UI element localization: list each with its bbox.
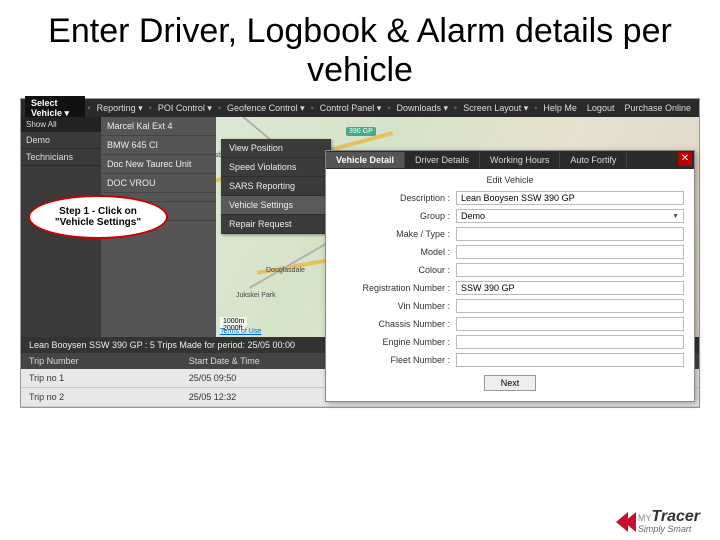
label-fleet: Fleet Number : [336, 355, 456, 365]
label-make: Make / Type : [336, 229, 456, 239]
footer-logo: MYTracer Simply Smart [616, 509, 700, 534]
menubar: Select Vehicle ▾ • Reporting ▾• POI Cont… [21, 99, 699, 117]
context-menu: View Position Speed Violations SARS Repo… [221, 139, 331, 234]
map-place: Douglasdale [266, 267, 305, 274]
model-field[interactable] [456, 245, 684, 259]
group-select[interactable]: Demo▼ [456, 209, 684, 223]
modal-body: Edit Vehicle Description :Lean Booysen S… [326, 169, 694, 401]
engine-field[interactable] [456, 335, 684, 349]
label-registration: Registration Number : [336, 283, 456, 293]
vehicle-item[interactable]: BMW 645 CI [101, 136, 216, 155]
tab-driver-details[interactable]: Driver Details [405, 152, 480, 168]
next-button[interactable]: Next [484, 375, 537, 391]
menu-control-panel[interactable]: Control Panel ▾ [316, 101, 386, 116]
menu-screen-layout[interactable]: Screen Layout ▾ [459, 101, 532, 116]
close-icon[interactable]: ✕ [678, 152, 692, 166]
sidebar-header[interactable]: Show All [21, 117, 101, 132]
menu-purchase[interactable]: Purchase Online [620, 101, 695, 115]
chevron-down-icon: ▼ [672, 213, 679, 220]
vehicle-item[interactable]: Marcel Kal Ext 4 [101, 117, 216, 136]
callout-line2: "Vehicle Settings" [55, 217, 141, 228]
cm-view-position[interactable]: View Position [221, 139, 331, 158]
slide-title: Enter Driver, Logbook & Alarm details pe… [0, 0, 720, 98]
tab-vehicle-detail[interactable]: Vehicle Detail [326, 152, 405, 168]
col-trip-number[interactable]: Trip Number [21, 353, 181, 369]
cm-sars-reporting[interactable]: SARS Reporting [221, 177, 331, 196]
tab-auto-fortify[interactable]: Auto Fortify [560, 152, 627, 168]
label-chassis: Chassis Number : [336, 319, 456, 329]
instruction-callout: Step 1 - Click on "Vehicle Settings" [28, 195, 168, 239]
sidebar-item-demo[interactable]: Demo [21, 132, 101, 149]
label-model: Model : [336, 247, 456, 257]
callout-line1: Step 1 - Click on [55, 206, 141, 217]
map-badge: 390 GP [346, 127, 376, 136]
modal-subtitle: Edit Vehicle [336, 175, 684, 185]
colour-field[interactable] [456, 263, 684, 277]
fleet-field[interactable] [456, 353, 684, 367]
vehicle-item[interactable]: DOC VROU [101, 174, 216, 193]
cm-vehicle-settings[interactable]: Vehicle Settings [221, 196, 331, 215]
make-field[interactable] [456, 227, 684, 241]
menu-geofence[interactable]: Geofence Control ▾ [223, 101, 309, 116]
label-vin: Vin Number : [336, 301, 456, 311]
cm-speed-violations[interactable]: Speed Violations [221, 158, 331, 177]
menu-downloads[interactable]: Downloads ▾ [392, 101, 452, 116]
terms-link[interactable]: Terms of Use [220, 328, 261, 335]
label-colour: Colour : [336, 265, 456, 275]
cm-repair-request[interactable]: Repair Request [221, 215, 331, 234]
menu-help[interactable]: Help Me [539, 101, 581, 115]
menu-poi[interactable]: POI Control ▾ [154, 101, 216, 116]
menu-reporting[interactable]: Reporting ▾ [93, 101, 147, 116]
vehicle-detail-modal: Vehicle Detail Driver Details Working Ho… [325, 150, 695, 402]
label-description: Description : [336, 193, 456, 203]
registration-field[interactable]: SSW 390 GP [456, 281, 684, 295]
modal-tabs: Vehicle Detail Driver Details Working Ho… [326, 151, 694, 169]
menu-logout[interactable]: Logout [583, 101, 619, 115]
chassis-field[interactable] [456, 317, 684, 331]
label-engine: Engine Number : [336, 337, 456, 347]
description-field[interactable]: Lean Booysen SSW 390 GP [456, 191, 684, 205]
map-place: Jukskei Park [236, 292, 276, 299]
tab-working-hours[interactable]: Working Hours [480, 152, 560, 168]
tracer-logo-icon [616, 512, 632, 532]
label-group: Group : [336, 211, 456, 221]
vehicle-item[interactable]: Doc New Taurec Unit [101, 155, 216, 174]
vin-field[interactable] [456, 299, 684, 313]
sidebar-item-technicians[interactable]: Technicians [21, 149, 101, 166]
